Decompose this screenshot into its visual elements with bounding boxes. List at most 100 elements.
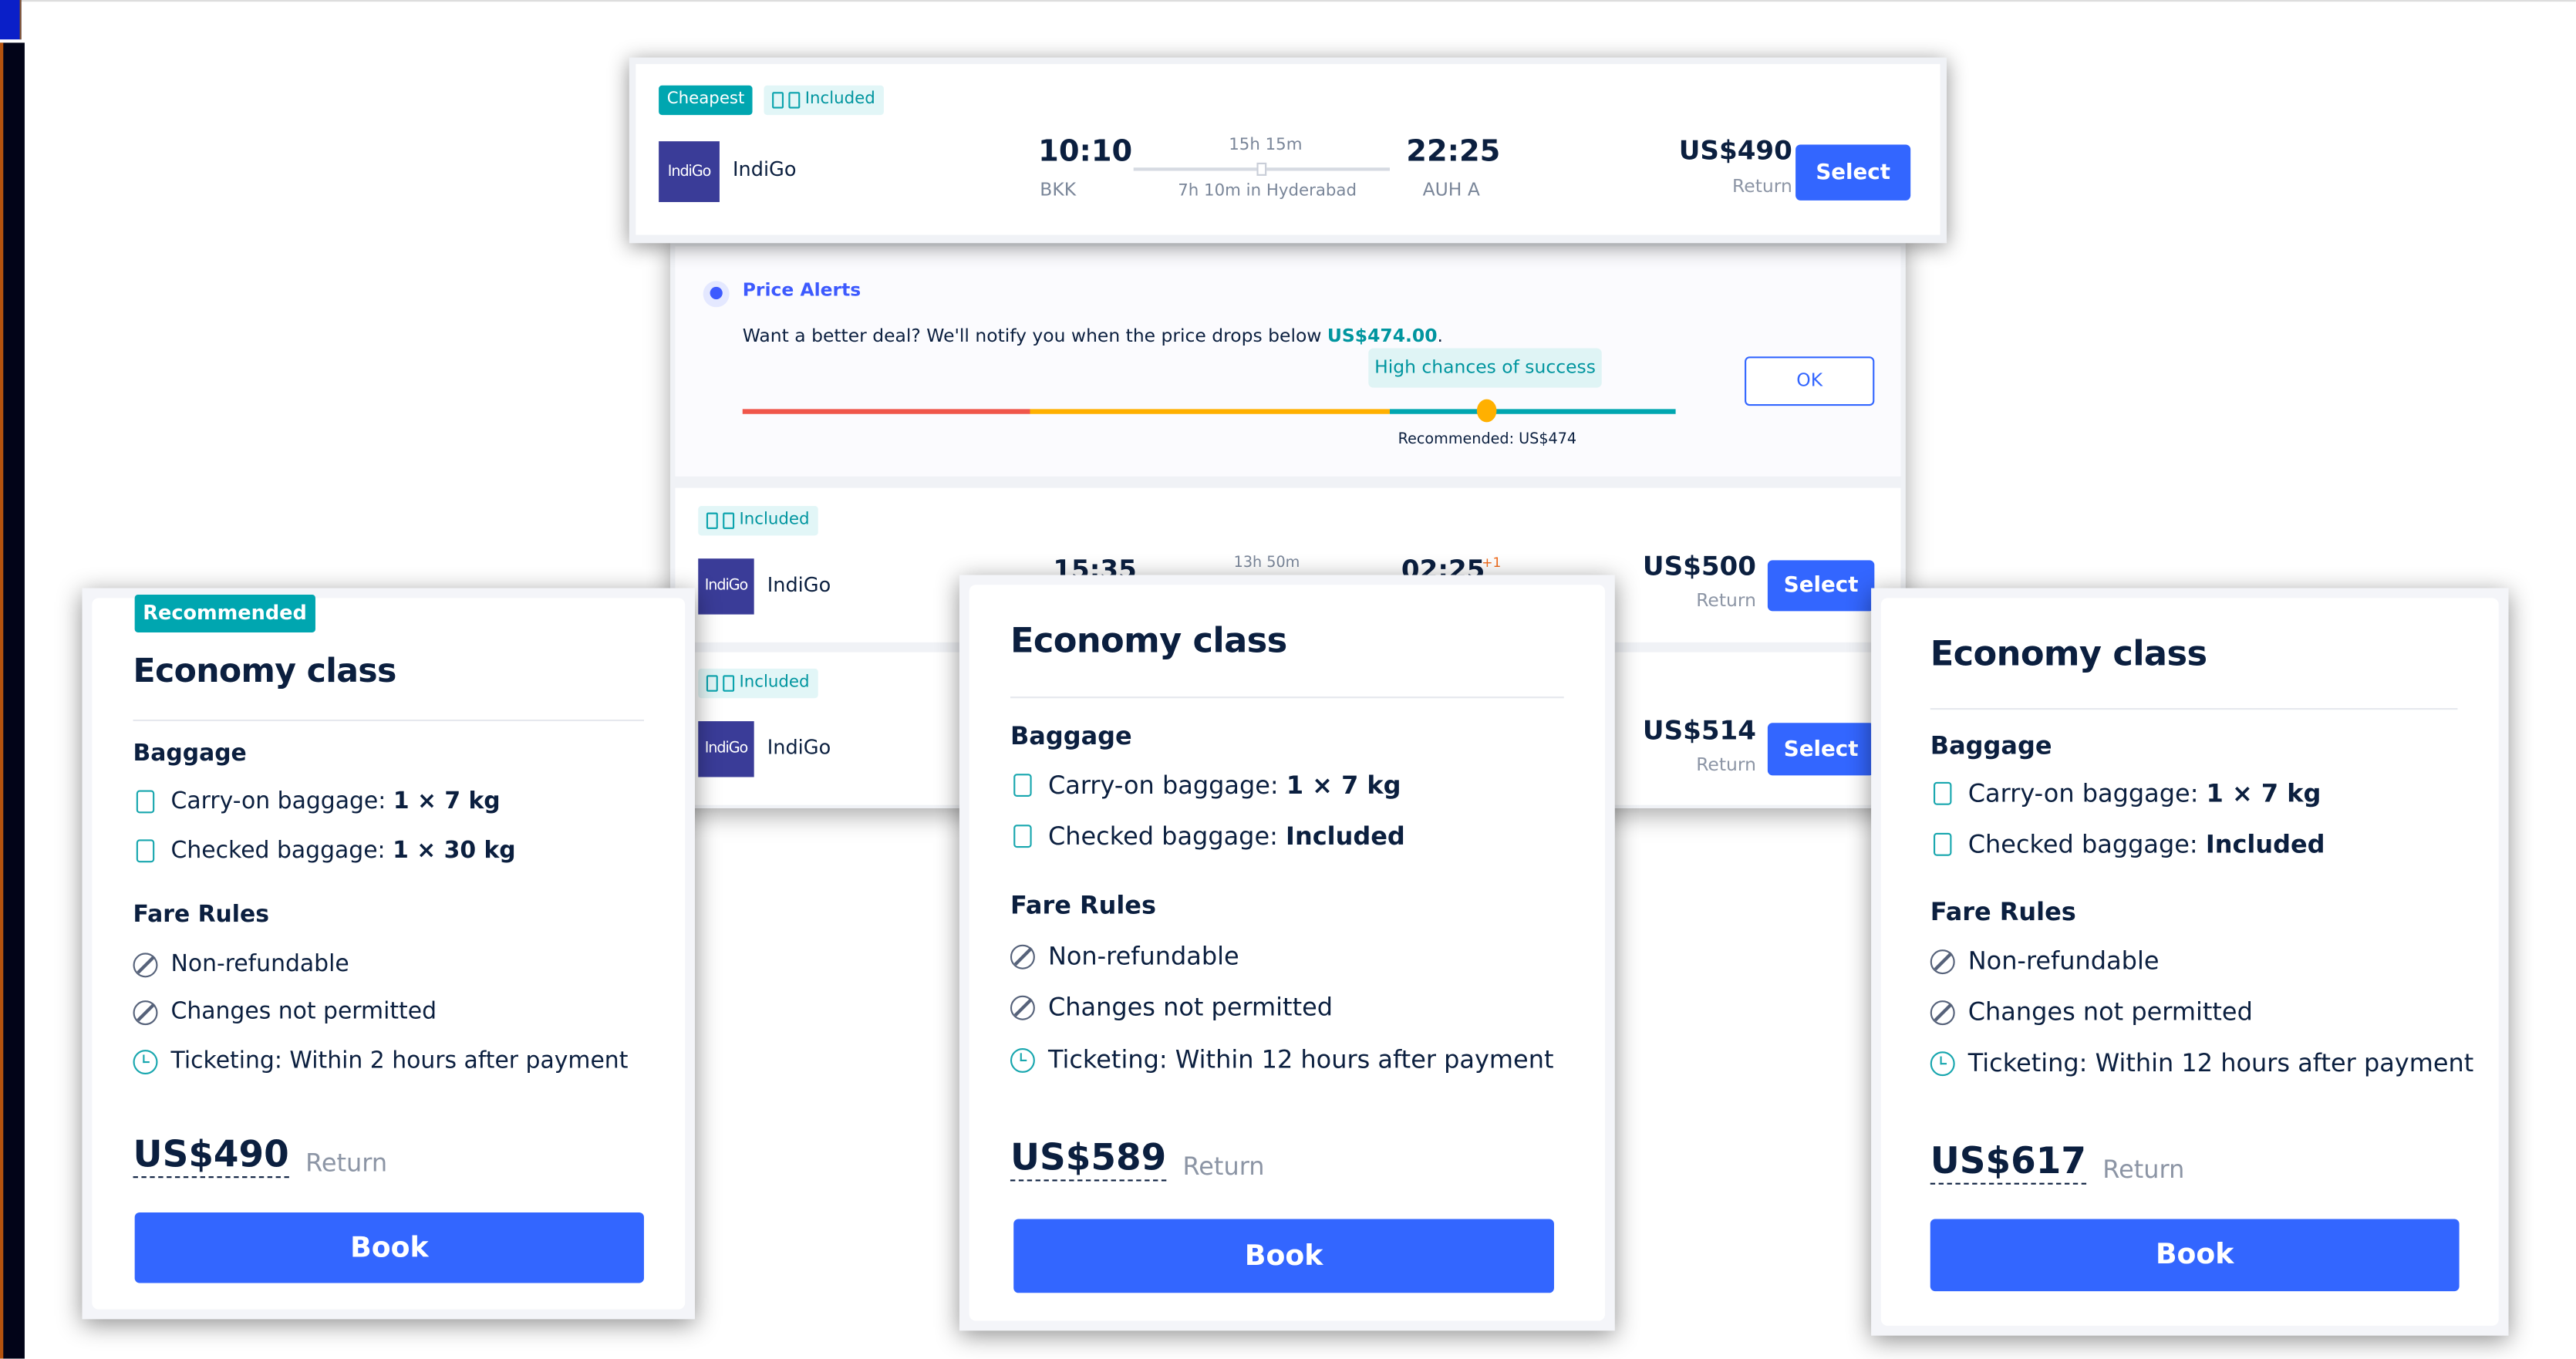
checked-item: Checked baggage: 1 × 30 kg xyxy=(133,838,644,864)
bell-icon: ● xyxy=(703,281,730,308)
prohibited-icon xyxy=(1010,943,1035,969)
depart-airport: BKK xyxy=(1040,179,1077,201)
fare-price-row: US$589 Return xyxy=(1010,1139,1564,1182)
price-type: Return xyxy=(1696,754,1756,776)
checked-bag-icon xyxy=(1934,832,1952,856)
rule-item: Non-refundable xyxy=(1930,946,2458,976)
airline-logo: IndiGo xyxy=(698,721,754,777)
book-button[interactable]: Book xyxy=(1930,1219,2460,1292)
rule-item: Changes not permitted xyxy=(1010,993,1564,1022)
alert-text: Want a better deal? We'll notify you whe… xyxy=(742,325,1327,347)
rule-text: Changes not permitted xyxy=(1967,996,2253,1027)
cheapest-badge: Cheapest xyxy=(659,85,754,116)
fare-card: Economy class Baggage Carry-on baggage: … xyxy=(1871,588,2509,1336)
price-type: Return xyxy=(1182,1152,1265,1182)
bar-orange xyxy=(1030,409,1390,414)
alert-target-price: US$474.00 xyxy=(1327,325,1438,347)
rule-item: Changes not permitted xyxy=(1930,997,2458,1027)
fare-price[interactable]: US$617 xyxy=(1930,1142,2087,1185)
prohibited-icon xyxy=(1930,1000,1955,1025)
price-type: Return xyxy=(1732,175,1792,197)
baggage-badge: Included xyxy=(764,85,884,116)
select-button[interactable]: Select xyxy=(1767,560,1875,612)
day-offset: +1 xyxy=(1482,555,1502,571)
cheapest-flight-card[interactable]: Cheapest Included IndiGo IndiGo 10:10 BK… xyxy=(629,57,1947,244)
carry-on-item: Carry-on baggage: 1 × 7 kg xyxy=(1930,779,2458,808)
price-type: Return xyxy=(305,1148,388,1179)
price-type: Return xyxy=(1696,589,1756,612)
checked-bag-icon xyxy=(772,92,784,109)
duration: 15h 15m xyxy=(1229,136,1303,155)
rule-text: Ticketing: Within 12 hours after payment xyxy=(1047,1044,1554,1075)
airline-logo: IndiGo xyxy=(659,141,720,202)
fare-title: Economy class xyxy=(133,650,397,690)
select-button[interactable]: Select xyxy=(1767,723,1875,776)
carry-on-bag-icon xyxy=(1013,774,1032,798)
flight-price: US$514 xyxy=(1642,714,1756,747)
checked-label: Checked baggage: xyxy=(170,838,393,865)
stop-marker xyxy=(1256,162,1267,176)
badge-label: Included xyxy=(804,90,875,109)
divider xyxy=(1930,708,2458,710)
rule-text: Ticketing: Within 12 hours after payment xyxy=(1967,1047,2474,1078)
carry-value: 1 × 7 kg xyxy=(2206,778,2321,808)
stopover: 7h 10m in Hyderabad xyxy=(1178,182,1357,201)
checked-item: Checked baggage: Included xyxy=(1930,830,2458,859)
rule-text: Changes not permitted xyxy=(1047,992,1334,1022)
fare-price-row: US$490 Return xyxy=(133,1136,644,1179)
baggage-heading: Baggage xyxy=(133,740,247,767)
checked-item: Checked baggage: Included xyxy=(1010,821,1564,851)
carry-label: Carry-on baggage: xyxy=(1967,778,2207,808)
carry-on-item: Carry-on baggage: 1 × 7 kg xyxy=(1010,771,1564,800)
badge-label: Included xyxy=(739,673,810,692)
fare-rules-heading: Fare Rules xyxy=(1010,890,1157,920)
clock-icon xyxy=(133,1049,158,1074)
carry-label: Carry-on baggage: xyxy=(170,788,393,815)
carry-on-bag-icon xyxy=(1934,781,1952,805)
cheapest-flight-inner: Cheapest Included IndiGo IndiGo 10:10 BK… xyxy=(636,64,1940,235)
divider xyxy=(1010,696,1564,699)
bar-red xyxy=(742,409,1030,414)
rule-text: Non-refundable xyxy=(170,951,349,978)
carry-value: 1 × 7 kg xyxy=(393,788,501,815)
prohibited-icon xyxy=(1930,949,1955,974)
price-alert-title: Price Alerts xyxy=(742,279,861,301)
depart-time: 10:10 xyxy=(1038,134,1133,170)
rule-item: Ticketing: Within 12 hours after payment xyxy=(1930,1048,2473,1077)
book-button[interactable]: Book xyxy=(1013,1219,1554,1293)
top-border xyxy=(0,0,2576,2)
fare-price-row: US$617 Return xyxy=(1930,1142,2458,1185)
airline-name: IndiGo xyxy=(732,157,797,181)
alert-text-end: . xyxy=(1437,325,1444,347)
checked-bag-icon xyxy=(136,839,155,863)
fare-card: Economy class Baggage Carry-on baggage: … xyxy=(959,575,1615,1331)
fare-price[interactable]: US$589 xyxy=(1010,1139,1167,1182)
checked-bag-icon xyxy=(706,675,718,692)
checked-value: Included xyxy=(2205,829,2325,859)
baggage-heading: Baggage xyxy=(1930,730,2052,761)
rule-item: Changes not permitted xyxy=(133,999,644,1025)
carry-on-item: Carry-on baggage: 1 × 7 kg xyxy=(133,788,644,814)
airline-name: IndiGo xyxy=(767,573,831,597)
fare-price[interactable]: US$490 xyxy=(133,1136,289,1179)
prohibited-icon xyxy=(133,1000,158,1025)
rule-item: Non-refundable xyxy=(133,951,644,977)
ok-button[interactable]: OK xyxy=(1745,356,1875,406)
fare-card: Recommended Economy class Baggage Carry-… xyxy=(82,588,695,1320)
airline-name: IndiGo xyxy=(767,736,831,760)
rule-text: Non-refundable xyxy=(1047,941,1239,971)
book-button[interactable]: Book xyxy=(134,1212,644,1283)
rule-text: Changes not permitted xyxy=(170,999,437,1026)
checked-value: 1 × 30 kg xyxy=(393,838,516,865)
select-button[interactable]: Select xyxy=(1795,144,1911,201)
success-bubble: High chances of success xyxy=(1368,348,1602,388)
price-marker-icon[interactable] xyxy=(1476,399,1497,423)
clock-icon xyxy=(1930,1050,1955,1076)
fare-rules-heading: Fare Rules xyxy=(1930,896,2076,927)
divider xyxy=(133,719,644,722)
carry-on-bag-icon xyxy=(788,92,801,109)
checked-bag-icon xyxy=(1013,825,1032,848)
window-fragment xyxy=(0,0,22,40)
carry-value: 1 × 7 kg xyxy=(1286,770,1401,801)
flight-price: US$490 xyxy=(1678,134,1792,167)
